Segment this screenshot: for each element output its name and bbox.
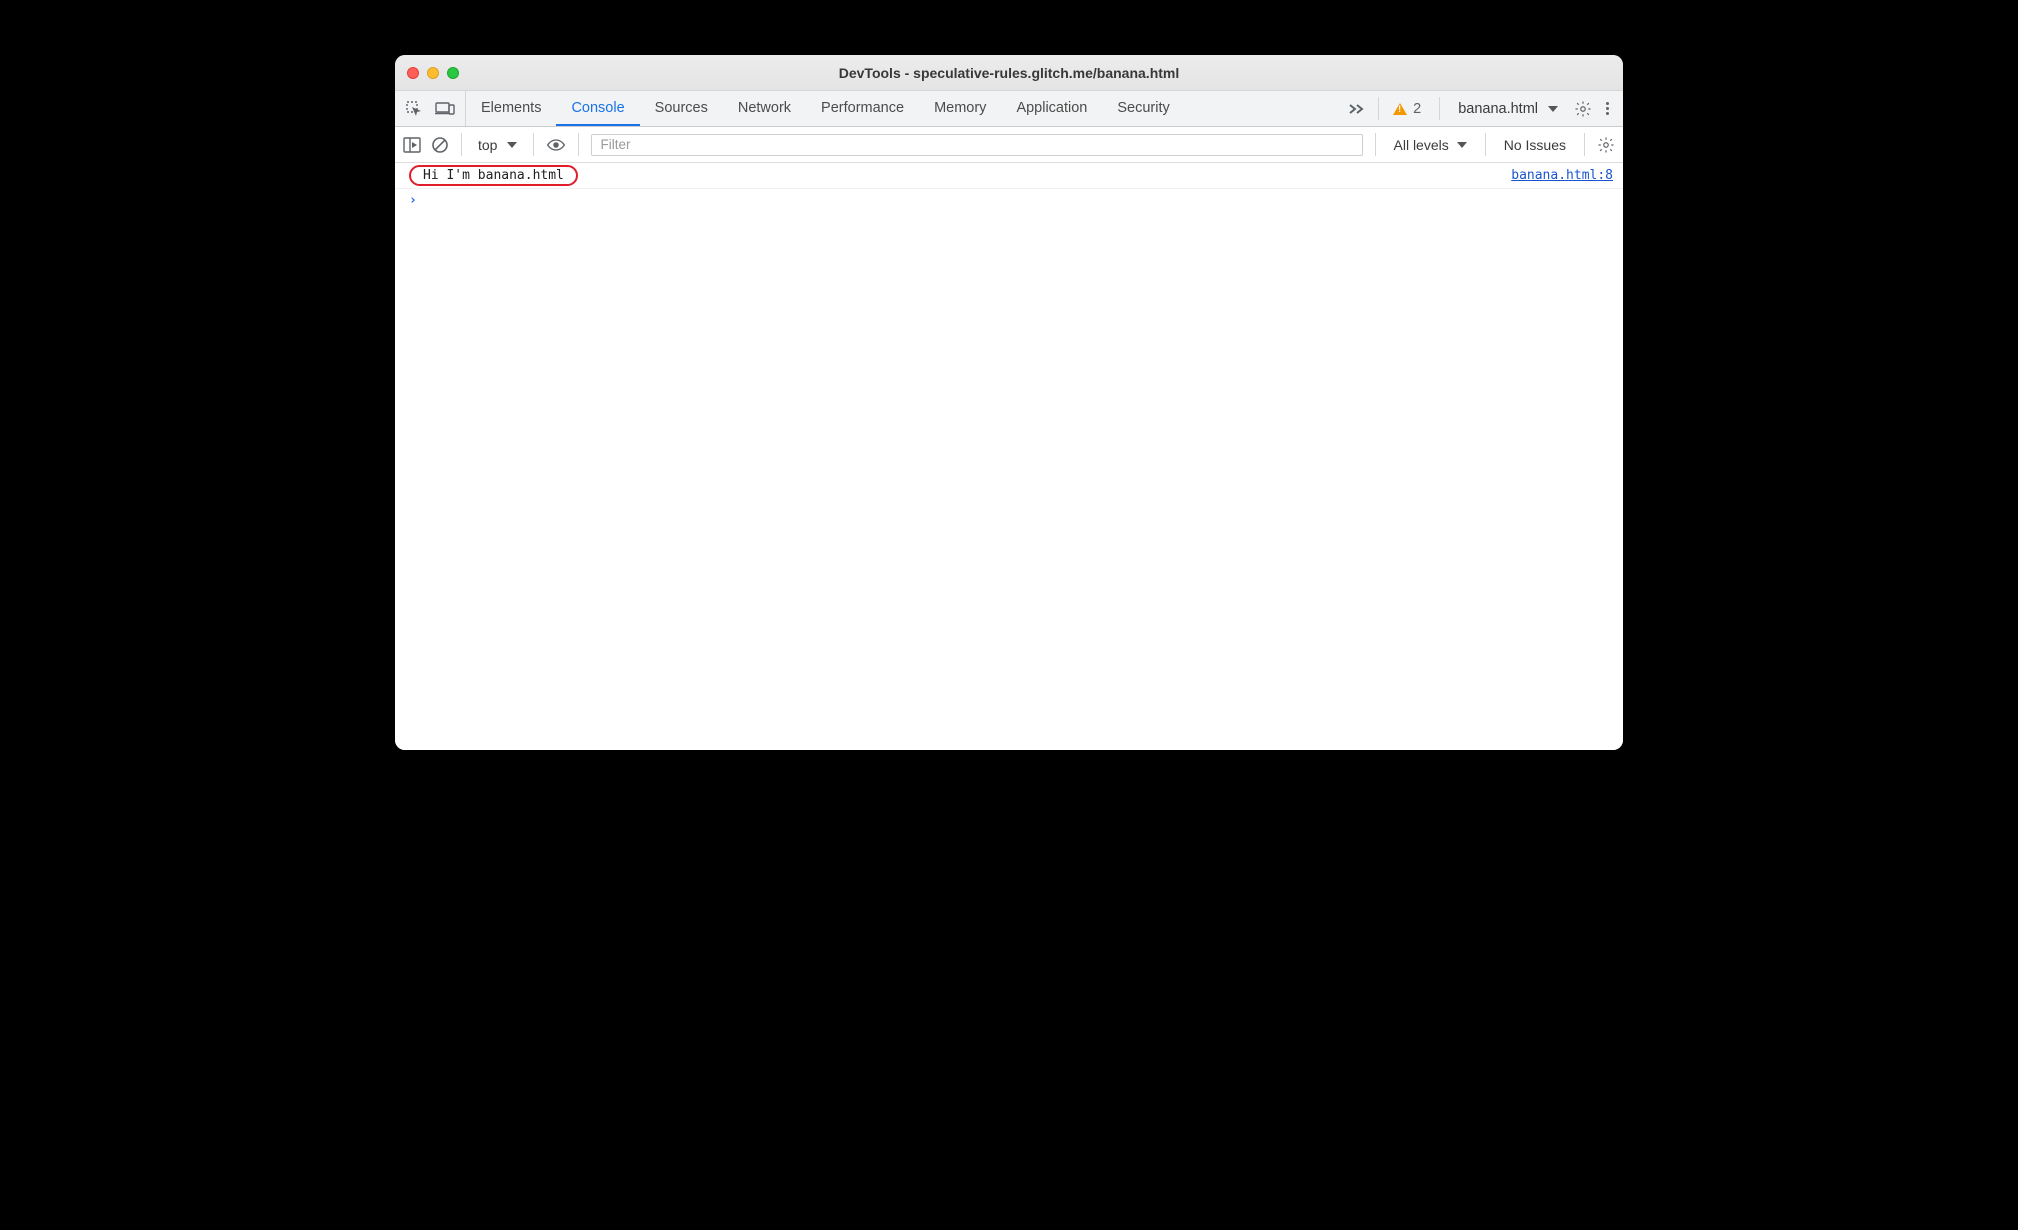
divider (461, 133, 462, 156)
tab-label: Security (1117, 100, 1169, 116)
divider (1584, 133, 1585, 156)
tab-console[interactable]: Console (556, 91, 639, 126)
more-tabs-icon[interactable] (1348, 102, 1366, 116)
target-selector[interactable]: banana.html (1452, 101, 1564, 117)
tab-elements[interactable]: Elements (466, 91, 556, 126)
tab-label: Performance (821, 100, 904, 116)
divider (1439, 97, 1440, 120)
console-output[interactable]: Hi I'm banana.html banana.html:8 › (395, 163, 1623, 750)
target-selector-label: banana.html (1458, 101, 1538, 117)
log-levels-selector[interactable]: All levels (1388, 137, 1473, 153)
device-toolbar-icon[interactable] (435, 101, 455, 117)
chevron-down-icon (1548, 106, 1558, 112)
annotation-highlight: Hi I'm banana.html (409, 165, 578, 186)
warnings-chip[interactable]: 2 (1391, 101, 1427, 117)
live-expression-icon[interactable] (546, 135, 566, 155)
settings-icon[interactable] (1574, 100, 1592, 118)
divider (1378, 97, 1379, 120)
tab-application[interactable]: Application (1001, 91, 1102, 126)
tab-label: Application (1016, 100, 1087, 116)
clear-console-icon[interactable] (431, 136, 449, 154)
tab-label: Elements (481, 100, 541, 116)
log-levels-label: All levels (1394, 137, 1449, 153)
devtools-window: DevTools - speculative-rules.glitch.me/b… (395, 55, 1623, 750)
tab-network[interactable]: Network (723, 91, 806, 126)
divider (1485, 133, 1486, 156)
main-tab-strip: Elements Console Sources Network Perform… (395, 91, 1623, 127)
inspect-element-icon[interactable] (405, 100, 423, 118)
console-log-row[interactable]: Hi I'm banana.html banana.html:8 (395, 163, 1623, 189)
zoom-window-button[interactable] (447, 67, 459, 79)
divider (1375, 133, 1376, 156)
issues-label: No Issues (1504, 137, 1566, 153)
more-options-icon[interactable] (1602, 102, 1613, 115)
console-settings-icon[interactable] (1597, 136, 1615, 154)
toggle-sidebar-icon[interactable] (403, 137, 421, 153)
filter-input[interactable] (591, 134, 1362, 156)
console-prompt-row[interactable]: › (395, 189, 1623, 212)
tab-label: Memory (934, 100, 986, 116)
chevron-down-icon (507, 142, 517, 148)
chevron-down-icon (1457, 142, 1467, 148)
issues-chip[interactable]: No Issues (1498, 137, 1572, 153)
tab-performance[interactable]: Performance (806, 91, 919, 126)
window-title: DevTools - speculative-rules.glitch.me/b… (395, 65, 1623, 81)
tab-label: Sources (655, 100, 708, 116)
tab-security[interactable]: Security (1102, 91, 1184, 126)
console-toolbar: top All levels No Issues (395, 127, 1623, 163)
log-message: Hi I'm banana.html (423, 168, 564, 183)
divider (533, 133, 534, 156)
panel-tabs: Elements Console Sources Network Perform… (466, 91, 1185, 126)
divider (578, 133, 579, 156)
minimize-window-button[interactable] (427, 67, 439, 79)
warning-icon (1393, 103, 1407, 115)
prompt-caret-icon: › (409, 193, 417, 208)
close-window-button[interactable] (407, 67, 419, 79)
log-source-link[interactable]: banana.html:8 (1511, 168, 1613, 183)
warning-count: 2 (1413, 101, 1421, 117)
window-controls (407, 67, 459, 79)
tab-memory[interactable]: Memory (919, 91, 1001, 126)
tab-label: Console (571, 100, 624, 116)
context-selector[interactable]: top (474, 137, 521, 153)
context-label: top (478, 137, 497, 153)
titlebar: DevTools - speculative-rules.glitch.me/b… (395, 55, 1623, 91)
tab-label: Network (738, 100, 791, 116)
tab-sources[interactable]: Sources (640, 91, 723, 126)
